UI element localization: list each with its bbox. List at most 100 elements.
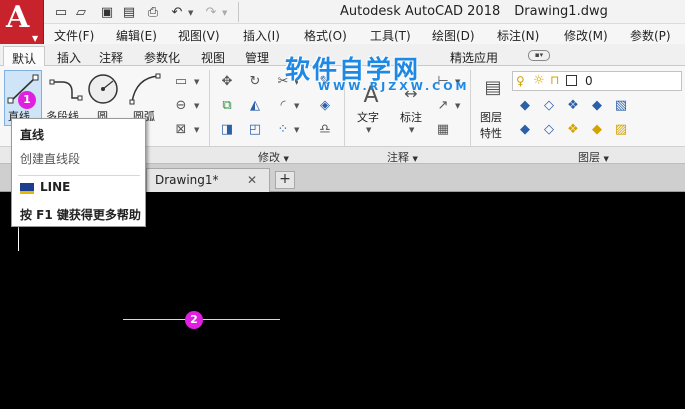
layer-properties-label-line2[interactable]: 特性 xyxy=(480,125,502,141)
tab-parametric[interactable]: 参数化 xyxy=(144,49,180,66)
new-file-icon[interactable]: ▭ xyxy=(52,3,70,21)
window-title: Autodesk AutoCAD 2018 Drawing1.dwg xyxy=(340,4,608,19)
undo-dropdown-icon[interactable]: ▼ xyxy=(188,9,193,17)
tab-insert[interactable]: 插入 xyxy=(57,49,81,66)
layers-panel-label: 图层 xyxy=(578,151,600,164)
rotate-icon[interactable]: ↻ xyxy=(246,72,264,90)
modify-panel-title[interactable]: 修改 ▼ xyxy=(258,149,289,165)
explode-icon[interactable]: ◈ xyxy=(316,96,334,114)
tooltip-divider xyxy=(18,175,140,176)
sun-icon: ☼ xyxy=(533,73,545,88)
layer-color-swatch xyxy=(566,75,577,86)
step-marker-1: 1 xyxy=(18,91,36,109)
dimension-dropdown-icon[interactable]: ▼ xyxy=(409,126,414,134)
menu-modify[interactable]: 修改(M) xyxy=(564,27,608,44)
menu-tools[interactable]: 工具(T) xyxy=(370,27,411,44)
layer-on-icon[interactable]: ◆ xyxy=(516,120,534,138)
chevron-down-icon: ▼ xyxy=(412,155,418,163)
redo-icon[interactable]: ↷ xyxy=(202,3,220,21)
copy-icon[interactable]: ⧉ xyxy=(218,96,236,114)
tooltip-title: 直线 xyxy=(20,128,45,142)
autocad-logo-icon: A xyxy=(6,0,30,35)
layer-properties-label-line1[interactable]: 图层 xyxy=(480,109,502,125)
tab-view[interactable]: 视图 xyxy=(201,49,225,66)
menu-dimension[interactable]: 标注(N) xyxy=(497,27,539,44)
layer-dropdown[interactable]: ♀ ☼ ⊓ 0 xyxy=(512,71,682,91)
menu-file[interactable]: 文件(F) xyxy=(54,27,94,44)
tab-manage[interactable]: 管理 xyxy=(245,49,269,66)
tooltip-command: LINE xyxy=(40,180,71,194)
annotation-panel-title[interactable]: 注释 ▼ xyxy=(387,149,418,165)
rectangle-dropdown-icon[interactable]: ▼ xyxy=(194,78,199,86)
command-icon xyxy=(20,183,34,194)
boundary-dropdown-icon[interactable]: ▼ xyxy=(194,126,199,134)
rectangle-icon[interactable]: ▭ xyxy=(172,72,190,90)
watermark-url: WWW.RJZXW.COM xyxy=(318,80,470,93)
layer-properties-icon[interactable]: ▤ xyxy=(482,76,504,98)
scale-icon[interactable]: ◰ xyxy=(246,120,264,138)
chevron-down-icon: ▼ xyxy=(603,155,609,163)
menu-parametric[interactable]: 参数(P) xyxy=(630,27,671,44)
arc-icon xyxy=(129,73,161,105)
tab-drawing1[interactable]: Drawing1* ✕ xyxy=(146,168,270,192)
move-icon[interactable]: ✥ xyxy=(218,72,236,90)
polyline-icon xyxy=(49,79,83,101)
tab-annotate[interactable]: 注释 xyxy=(99,49,123,66)
lock-icon: ⊓ xyxy=(550,73,560,87)
leader-dropdown-icon[interactable]: ▼ xyxy=(455,102,460,110)
circle-icon xyxy=(88,74,118,104)
layer-freeze-icon[interactable]: ❖ xyxy=(564,96,582,114)
boundary-icon[interactable]: ⊠ xyxy=(172,120,190,138)
array-dropdown-icon[interactable]: ▼ xyxy=(294,126,299,134)
step-marker-2: 2 xyxy=(185,311,203,329)
annotation-panel-label: 注释 xyxy=(387,151,409,164)
mirror-icon[interactable]: ◭ xyxy=(246,96,264,114)
layer-lock-icon[interactable]: ◆ xyxy=(588,96,606,114)
layer-walk-icon[interactable]: ▨ xyxy=(612,120,630,138)
leader-icon[interactable]: ↗ xyxy=(434,96,452,114)
text-label[interactable]: 文字 xyxy=(357,109,379,125)
menu-insert[interactable]: 插入(I) xyxy=(243,27,280,44)
array-icon[interactable]: ⁘ xyxy=(274,120,292,138)
dimension-label[interactable]: 标注 xyxy=(400,109,422,125)
layer-off-icon[interactable]: ◆ xyxy=(516,96,534,114)
autocad-window: ▭ ▱ ▣ ▤ ⎙ ↶ ▼ ↷ ▼ Autodesk AutoCAD 2018 D… xyxy=(0,0,685,409)
fillet-icon[interactable]: ◜ xyxy=(274,96,292,114)
tab-featured-apps[interactable]: 精选应用 xyxy=(450,49,498,66)
tab-default-label: 默认 xyxy=(12,52,37,66)
layer-thaw-icon[interactable]: ❖ xyxy=(564,120,582,138)
hatch-dropdown-icon[interactable]: ▼ xyxy=(194,102,199,110)
menu-draw[interactable]: 绘图(D) xyxy=(432,27,475,44)
hatch-icon[interactable]: ⊖ xyxy=(172,96,190,114)
stretch-icon[interactable]: ◨ xyxy=(218,120,236,138)
tab-default[interactable]: 默认 xyxy=(3,46,45,67)
open-folder-icon[interactable]: ▱ xyxy=(72,3,90,21)
save-icon[interactable]: ▣ xyxy=(98,3,116,21)
lightbulb-icon: ♀ xyxy=(516,74,525,88)
redo-dropdown-icon[interactable]: ▼ xyxy=(222,9,227,17)
menu-edit[interactable]: 编辑(E) xyxy=(116,27,157,44)
menu-format[interactable]: 格式(O) xyxy=(304,27,347,44)
layer-unisolate-icon[interactable]: ◇ xyxy=(540,120,558,138)
save-as-icon[interactable]: ▤ xyxy=(120,3,138,21)
layer-isolate-icon[interactable]: ◇ xyxy=(540,96,558,114)
chevron-down-icon: ▼ xyxy=(32,34,39,43)
ribbon-options-icon[interactable]: ▪▾ xyxy=(528,50,550,61)
title-divider xyxy=(238,2,239,22)
print-icon[interactable]: ⎙ xyxy=(144,3,162,21)
layers-panel-title[interactable]: 图层 ▼ xyxy=(578,149,609,165)
document-tab-label: Drawing1* xyxy=(155,173,219,187)
close-icon[interactable]: ✕ xyxy=(247,173,257,187)
offset-icon[interactable]: ♎ xyxy=(316,120,334,138)
layer-match-icon[interactable]: ▧ xyxy=(612,96,630,114)
line-tooltip: 直线 创建直线段 LINE 按 F1 键获得更多帮助 xyxy=(11,118,146,227)
layer-unlock-icon[interactable]: ◆ xyxy=(588,120,606,138)
menu-view[interactable]: 视图(V) xyxy=(178,27,220,44)
undo-icon[interactable]: ↶ xyxy=(168,3,186,21)
application-menu-button[interactable]: A ▼ xyxy=(0,0,44,48)
text-dropdown-icon[interactable]: ▼ xyxy=(366,126,371,134)
fillet-dropdown-icon[interactable]: ▼ xyxy=(294,102,299,110)
table-icon[interactable]: ▦ xyxy=(434,120,452,138)
menu-bar: 文件(F) 编辑(E) 视图(V) 插入(I) 格式(O) 工具(T) 绘图(D… xyxy=(44,24,685,44)
new-tab-button[interactable]: + xyxy=(275,171,295,189)
